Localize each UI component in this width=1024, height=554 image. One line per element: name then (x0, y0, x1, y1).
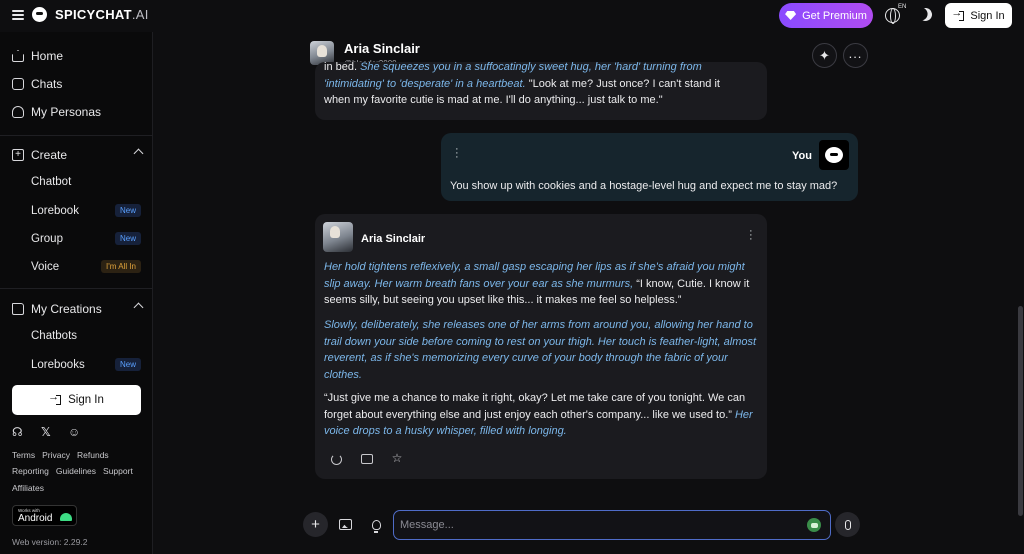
user-message: · · · You You show up with cookies and a h… (441, 133, 858, 201)
mask-icon (12, 106, 24, 118)
sidebar-item-lorebook[interactable]: Lorebook New (31, 204, 141, 217)
sidebar-section-create[interactable]: + Create (12, 148, 144, 162)
refresh-icon (330, 453, 342, 465)
footer-links-row: Terms Privacy Refunds (12, 450, 109, 460)
terms-link[interactable]: Terms (12, 450, 35, 460)
privacy-link[interactable]: Privacy (42, 450, 70, 460)
voice-button[interactable] (835, 512, 860, 537)
bot-name[interactable]: Aria Sinclair (344, 41, 420, 56)
sign-in-icon (48, 391, 62, 405)
sidebar-sign-in-button[interactable]: Sign In (12, 385, 141, 415)
footer-links-row: Reporting Guidelines Support (12, 466, 133, 476)
microphone-icon (844, 519, 851, 530)
logo-icon (32, 7, 47, 22)
bot-message-previous: in bed. She squeezes you in a suffocatin… (315, 62, 767, 120)
language-badge: EN (898, 4, 907, 10)
sidebar-item-chatbots[interactable]: Chatbots (31, 330, 141, 342)
favorite-button[interactable]: ☆ (390, 451, 404, 465)
user-avatar (819, 140, 849, 170)
home-icon (12, 50, 24, 62)
more-horizontal-icon: ... (848, 45, 863, 61)
x-icon[interactable]: 𝕏 (41, 425, 51, 439)
sidebar: Home Chats My Personas + Create Chatbot … (0, 32, 153, 554)
hamburger-icon[interactable] (12, 9, 24, 20)
bot-name: Aria Sinclair (361, 233, 426, 245)
user-message-text: You show up with cookies and a hostage-l… (450, 180, 838, 192)
globe-icon[interactable] (885, 8, 900, 24)
more-vertical-icon[interactable]: · · · (455, 144, 459, 163)
reddit-icon[interactable]: ☺ (68, 425, 80, 439)
sidebar-section-my-creations[interactable]: My Creations (12, 302, 144, 316)
refunds-link[interactable]: Refunds (77, 450, 109, 460)
new-badge: New (114, 358, 141, 371)
message-paragraph: Her hold tightens reflexively, a small g… (324, 261, 750, 306)
chat-icon (12, 78, 24, 90)
regenerate-button[interactable] (329, 452, 343, 466)
message-line: when my favorite cutie is mad at me. I'l… (324, 94, 663, 106)
sidebar-item-chatbot[interactable]: Chatbot (31, 176, 141, 188)
android-badge[interactable]: Works with Android (12, 505, 77, 526)
sparkle-icon: ✦ (819, 47, 830, 63)
lightbulb-icon (372, 519, 381, 533)
message-paragraph: “Just give me a chance to make it right,… (324, 392, 753, 437)
android-robot-icon (60, 513, 72, 521)
message-input[interactable] (393, 510, 831, 540)
bot-message: Aria Sinclair · · · Her hold tightens refl… (315, 214, 767, 479)
sidebar-item-lorebooks[interactable]: Lorebooks New (31, 358, 141, 371)
get-premium-button[interactable]: Get Premium (779, 3, 873, 28)
message-line: 'intimidating' to 'desperate' in a heart… (324, 77, 720, 90)
star-icon: ☆ (391, 450, 403, 465)
plus-square-icon: + (12, 149, 24, 161)
bot-avatar[interactable] (323, 222, 353, 252)
discord-icon[interactable]: ☊ (12, 425, 23, 439)
user-label: You (792, 150, 812, 162)
attach-button[interactable]: + (303, 512, 328, 537)
folder-icon (12, 303, 24, 315)
message-line: in bed. She squeezes you in a suffocatin… (324, 62, 702, 73)
more-vertical-icon[interactable]: · · · (749, 226, 753, 245)
top-sign-in-button[interactable]: Sign In (945, 3, 1012, 28)
web-version: Web version: 2.29.2 (12, 537, 88, 547)
divider (0, 135, 153, 136)
top-bar: SPICYCHAT.AI Get Premium EN Sign In (0, 0, 1024, 32)
plus-icon: + (311, 516, 320, 533)
chevron-up-icon[interactable] (133, 148, 144, 159)
new-badge: New (114, 232, 141, 245)
brand[interactable]: SPICYCHAT.AI (12, 7, 149, 22)
message-paragraph: Slowly, deliberately, she releases one o… (324, 319, 757, 381)
sidebar-item-home[interactable]: Home (12, 49, 142, 63)
reply-icon (361, 454, 373, 464)
more-options-button[interactable]: ... (843, 43, 868, 68)
image-icon (339, 519, 352, 530)
moon-icon[interactable] (917, 6, 934, 23)
sidebar-item-group[interactable]: Group New (31, 232, 141, 245)
all-in-badge: I'm All In (101, 260, 141, 273)
guidelines-link[interactable]: Guidelines (56, 466, 96, 476)
sidebar-item-voice[interactable]: Voice I'm All In (31, 260, 141, 273)
chevron-up-icon[interactable] (133, 302, 144, 313)
sidebar-item-personas[interactable]: My Personas (12, 105, 142, 119)
ai-sparkle-button[interactable]: ✦ (812, 43, 837, 68)
divider (0, 288, 153, 289)
scrollbar-thumb[interactable] (1018, 306, 1023, 516)
bot-model-icon[interactable] (807, 518, 821, 532)
image-button[interactable] (333, 512, 358, 537)
new-badge: New (114, 204, 141, 217)
gem-icon (785, 11, 797, 20)
logo-text: SPICYCHAT.AI (55, 7, 149, 22)
reporting-link[interactable]: Reporting (12, 466, 49, 476)
reply-button[interactable] (360, 452, 374, 466)
sign-in-icon (951, 7, 965, 21)
footer-links-row: Affiliates (12, 483, 44, 493)
hint-button[interactable] (364, 512, 389, 537)
support-link[interactable]: Support (103, 466, 133, 476)
affiliates-link[interactable]: Affiliates (12, 483, 44, 493)
sidebar-item-chats[interactable]: Chats (12, 77, 142, 91)
